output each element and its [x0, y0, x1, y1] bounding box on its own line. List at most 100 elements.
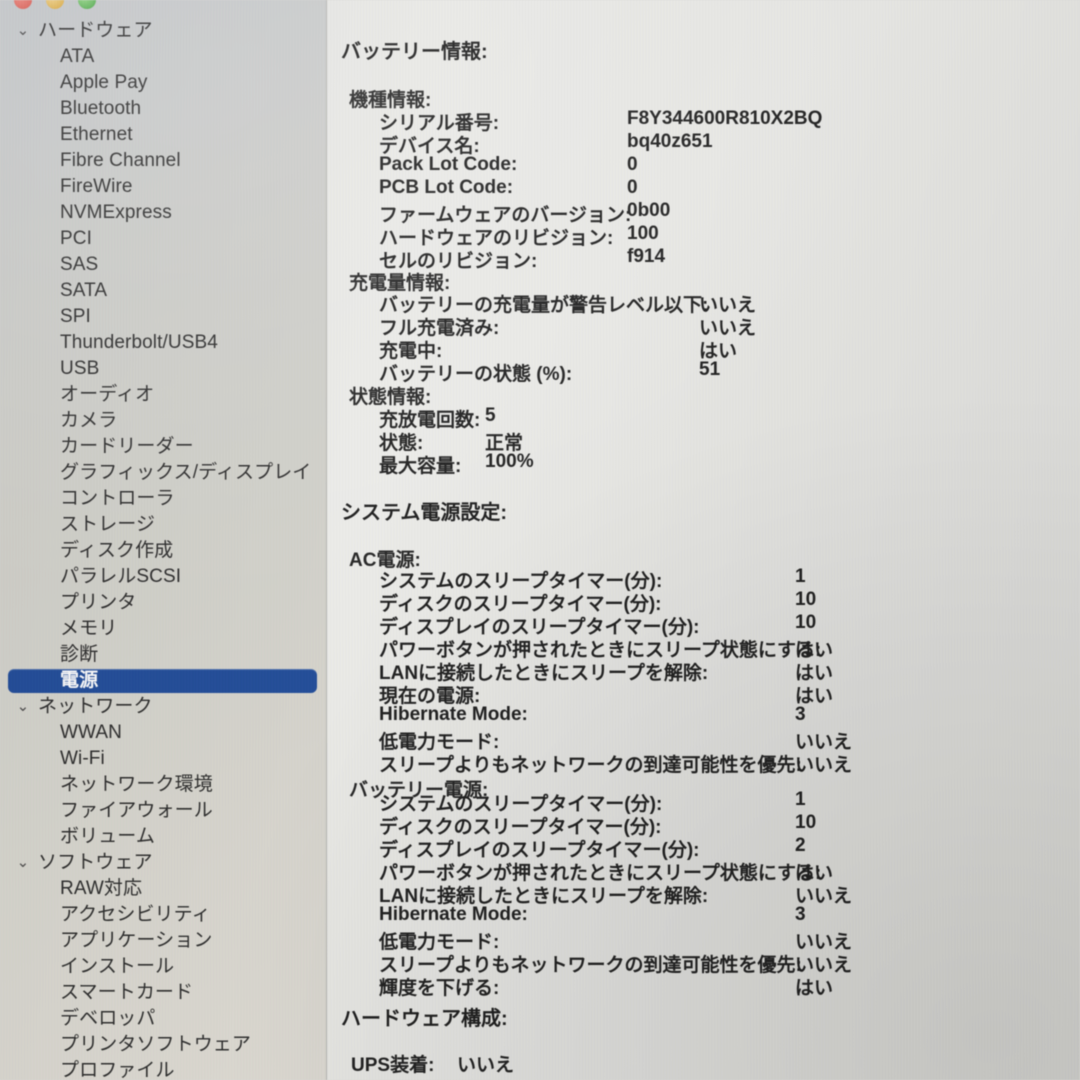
health-info-key: 最大容量:	[379, 456, 462, 477]
sidebar-item-label: カメラ	[60, 410, 118, 431]
hardware-config-row: UPS装着: いいえ	[351, 1050, 514, 1077]
sidebar-item-16[interactable]: カードリーダー	[0, 434, 326, 460]
battery-power-value: 1	[795, 789, 806, 810]
sidebar-item-36[interactable]: インストール	[0, 954, 326, 980]
model-info-value: F8Y344600R810X2BQ	[627, 108, 823, 129]
sidebar-item-26[interactable]: ⌄ ネットワーク	[0, 694, 326, 720]
health-info-row: 最大容量: 100%	[379, 451, 534, 478]
sidebar-item-22[interactable]: プリンタ	[0, 590, 326, 616]
sidebar: ⌄ ハードウェア ATA Apple Pay Bluetooth Ethernet Fibr…	[0, 0, 327, 1080]
health-info-value: 100%	[485, 451, 534, 472]
ac-power-value: 10	[795, 589, 817, 610]
battery-power-key: 輝度を下げる:	[379, 978, 500, 999]
sidebar-item-label: RAW対応	[60, 878, 143, 899]
hardware-config-title: ハードウェア構成:	[341, 1008, 508, 1030]
model-info-row: PCB Lot Code: 0	[379, 177, 638, 199]
sidebar-item-label: デベロッパ	[60, 1008, 156, 1029]
sidebar-item-label: NVMExpress	[60, 202, 172, 223]
sidebar-item-label: アクセシビリティ	[60, 904, 211, 925]
sidebar-item-label: スマートカード	[60, 982, 194, 1003]
model-info-value: 0b00	[627, 200, 671, 221]
sidebar-item-7[interactable]: NVMExpress	[0, 200, 326, 226]
sidebar-item-9[interactable]: SAS	[0, 252, 326, 278]
sidebar-item-label: ネットワーク	[38, 696, 153, 717]
sidebar-item-20[interactable]: ディスク作成	[0, 538, 326, 564]
sidebar-item-40[interactable]: プロファイル	[0, 1058, 326, 1080]
chevron-down-icon[interactable]: ⌄	[14, 694, 32, 720]
ac-power-row: Hibernate Mode: 3	[379, 704, 806, 726]
minimize-button[interactable]	[46, 0, 64, 9]
sidebar-item-37[interactable]: スマートカード	[0, 980, 326, 1006]
sidebar-item-2[interactable]: Apple Pay	[0, 70, 326, 96]
window-traffic-lights[interactable]	[14, 0, 96, 9]
ac-power-value: 10	[795, 612, 817, 633]
battery-power-value: 3	[795, 904, 806, 925]
sidebar-item-label: SATA	[60, 280, 108, 301]
content-pane: バッテリー情報: 機種情報: シリアル番号: F8Y344600R810X2BQ デ…	[327, 0, 1080, 1080]
model-info-value: f914	[627, 246, 666, 267]
sidebar-item-18[interactable]: コントローラ	[0, 486, 326, 512]
ac-power-key: Hibernate Mode:	[379, 704, 528, 725]
sidebar-item-5[interactable]: Fibre Channel	[0, 148, 326, 174]
sidebar-item-39[interactable]: プリンタソフトウェア	[0, 1032, 326, 1058]
sidebar-item-35[interactable]: アプリケーション	[0, 928, 326, 954]
ac-power-value: いいえ	[795, 755, 853, 776]
sidebar-item-label: ATA	[60, 46, 95, 67]
system-information-window: ⌄ ハードウェア ATA Apple Pay Bluetooth Ethernet Fibr…	[0, 0, 1080, 1080]
sidebar-item-24[interactable]: 診断	[0, 642, 326, 668]
sidebar-item-label: コントローラ	[60, 488, 175, 509]
sidebar-item-label: プロファイル	[60, 1060, 175, 1080]
sidebar-item-label: 電源	[60, 670, 99, 691]
sidebar-item-23[interactable]: メモリ	[0, 616, 326, 642]
sidebar-list: ⌄ ハードウェア ATA Apple Pay Bluetooth Ethernet Fibr…	[0, 18, 326, 1080]
sidebar-item-28[interactable]: Wi-Fi	[0, 746, 326, 772]
sidebar-item-17[interactable]: グラフィックス/ディスプレイ	[0, 460, 326, 486]
sidebar-item-15[interactable]: カメラ	[0, 408, 326, 434]
sidebar-item-29[interactable]: ネットワーク環境	[0, 772, 326, 798]
sidebar-item-13[interactable]: USB	[0, 356, 326, 382]
sidebar-item-38[interactable]: デベロッパ	[0, 1006, 326, 1032]
sidebar-item-25[interactable]: 電源	[0, 668, 326, 694]
close-button[interactable]	[14, 0, 32, 9]
sidebar-item-10[interactable]: SATA	[0, 278, 326, 304]
sidebar-item-12[interactable]: Thunderbolt/USB4	[0, 330, 326, 356]
sidebar-item-6[interactable]: FireWire	[0, 174, 326, 200]
sidebar-item-4[interactable]: Ethernet	[0, 122, 326, 148]
sidebar-item-label: オーディオ	[60, 384, 155, 405]
sidebar-item-0[interactable]: ⌄ ハードウェア	[0, 18, 326, 44]
sidebar-item-label: Fibre Channel	[60, 150, 181, 171]
sidebar-item-label: ソフトウェア	[38, 852, 153, 873]
sidebar-item-label: SAS	[60, 254, 99, 275]
sidebar-item-label: Ethernet	[60, 124, 133, 145]
sidebar-item-11[interactable]: SPI	[0, 304, 326, 330]
battery-power-value: 10	[795, 812, 817, 833]
sidebar-item-label: アプリケーション	[60, 930, 213, 951]
sidebar-item-21[interactable]: パラレルSCSI	[0, 564, 326, 590]
model-info-value: 0	[627, 177, 638, 198]
sidebar-item-8[interactable]: PCI	[0, 226, 326, 252]
zoom-button[interactable]	[78, 0, 96, 9]
sidebar-item-33[interactable]: RAW対応	[0, 876, 326, 902]
sidebar-item-30[interactable]: ファイアウォール	[0, 798, 326, 824]
sidebar-item-label: Bluetooth	[60, 98, 142, 119]
sidebar-item-label: インストール	[60, 956, 175, 977]
battery-power-value: 2	[795, 835, 806, 856]
ac-power-value: 3	[795, 704, 806, 725]
sidebar-item-1[interactable]: ATA	[0, 44, 326, 70]
sidebar-item-14[interactable]: オーディオ	[0, 382, 326, 408]
sidebar-item-label: ボリューム	[60, 826, 155, 847]
sidebar-item-label: WWAN	[60, 722, 122, 743]
sidebar-item-31[interactable]: ボリューム	[0, 824, 326, 850]
chevron-down-icon[interactable]: ⌄	[14, 850, 32, 876]
chevron-down-icon[interactable]: ⌄	[14, 18, 32, 44]
sidebar-selection-highlight	[8, 669, 317, 693]
sidebar-item-32[interactable]: ⌄ ソフトウェア	[0, 850, 326, 876]
sidebar-item-label: パラレルSCSI	[60, 566, 182, 587]
sidebar-item-3[interactable]: Bluetooth	[0, 96, 326, 122]
sidebar-item-label: Wi-Fi	[60, 748, 105, 769]
battery-power-value: はい	[795, 978, 834, 999]
sidebar-item-34[interactable]: アクセシビリティ	[0, 902, 326, 928]
sidebar-item-19[interactable]: ストレージ	[0, 512, 326, 538]
sidebar-item-label: ハードウェア	[38, 20, 153, 41]
sidebar-item-27[interactable]: WWAN	[0, 720, 326, 746]
